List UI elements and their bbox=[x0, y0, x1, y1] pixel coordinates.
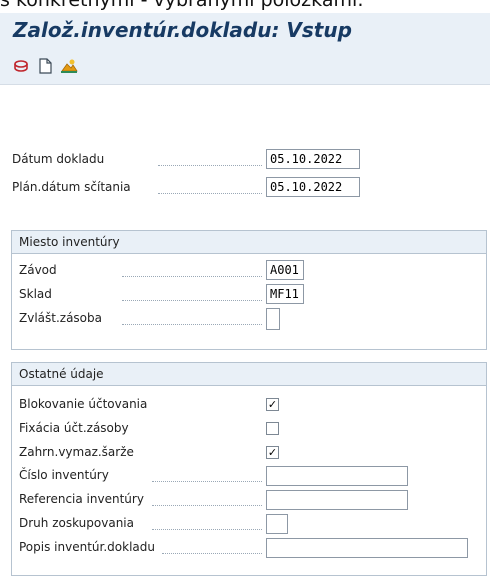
zvlast-zasoba-field[interactable] bbox=[266, 308, 280, 330]
other-icon[interactable] bbox=[60, 57, 78, 75]
leader-dots bbox=[152, 528, 262, 530]
window-titlebar: Založ.inventúr.dokladu: Vstup bbox=[0, 13, 490, 47]
cislo-inventury-field[interactable] bbox=[266, 466, 408, 486]
referencia-field[interactable] bbox=[266, 490, 408, 510]
zahrn-label: Zahrn.vymaz.šarže bbox=[19, 445, 134, 459]
leader-dots bbox=[152, 480, 262, 482]
druh-zoskupovania-label: Druh zoskupovania bbox=[19, 516, 134, 530]
zavod-field[interactable]: A001 bbox=[266, 260, 304, 280]
new-document-icon[interactable] bbox=[36, 57, 54, 75]
zahrn-checkbox[interactable]: ✓ bbox=[266, 446, 279, 459]
blokovanie-label: Blokovanie účtovania bbox=[19, 397, 148, 411]
leader-dots bbox=[158, 164, 262, 166]
display-icon[interactable] bbox=[12, 57, 30, 75]
group-miesto-inventury: Miesto inventúry Závod A001 Sklad MF11 Z… bbox=[11, 230, 487, 350]
zavod-label: Závod bbox=[19, 263, 57, 277]
leader-dots bbox=[122, 323, 262, 325]
group-ostatne-title: Ostatné údaje bbox=[12, 363, 486, 386]
sklad-field[interactable]: MF11 bbox=[266, 284, 304, 304]
popis-label: Popis inventúr.dokladu bbox=[19, 540, 155, 554]
zvlast-zasoba-label: Zvlášt.zásoba bbox=[19, 311, 102, 325]
leader-dots bbox=[152, 504, 262, 506]
plan-datum-label: Plán.dátum sčítania bbox=[12, 180, 131, 194]
fixacia-label: Fixácia účt.zásoby bbox=[19, 421, 129, 435]
leader-dots bbox=[158, 192, 262, 194]
leader-dots bbox=[122, 299, 262, 301]
leader-dots bbox=[122, 275, 262, 277]
cislo-inventury-label: Číslo inventúry bbox=[19, 468, 109, 482]
group-miesto-title: Miesto inventúry bbox=[12, 231, 486, 254]
cropped-instruction-text: s konkrétnymi - vybranými položkami: bbox=[0, 0, 364, 11]
application-toolbar bbox=[0, 47, 490, 85]
druh-zoskupovania-field[interactable] bbox=[266, 514, 288, 534]
window-title: Založ.inventúr.dokladu: Vstup bbox=[13, 18, 352, 42]
referencia-label: Referencia inventúry bbox=[19, 492, 144, 506]
fixacia-checkbox[interactable] bbox=[266, 422, 279, 435]
plan-datum-field[interactable]: 05.10.2022 bbox=[266, 177, 360, 197]
blokovanie-checkbox[interactable]: ✓ bbox=[266, 398, 279, 411]
group-ostatne-udaje: Ostatné údaje Blokovanie účtovania ✓ Fix… bbox=[11, 362, 487, 576]
popis-field[interactable] bbox=[266, 538, 468, 558]
datum-dokladu-field[interactable]: 05.10.2022 bbox=[266, 149, 360, 169]
sklad-label: Sklad bbox=[19, 287, 52, 301]
datum-dokladu-label: Dátum dokladu bbox=[12, 152, 105, 166]
leader-dots bbox=[162, 552, 262, 554]
main-content: Dátum dokladu 05.10.2022 Plán.dátum sčít… bbox=[0, 85, 490, 584]
